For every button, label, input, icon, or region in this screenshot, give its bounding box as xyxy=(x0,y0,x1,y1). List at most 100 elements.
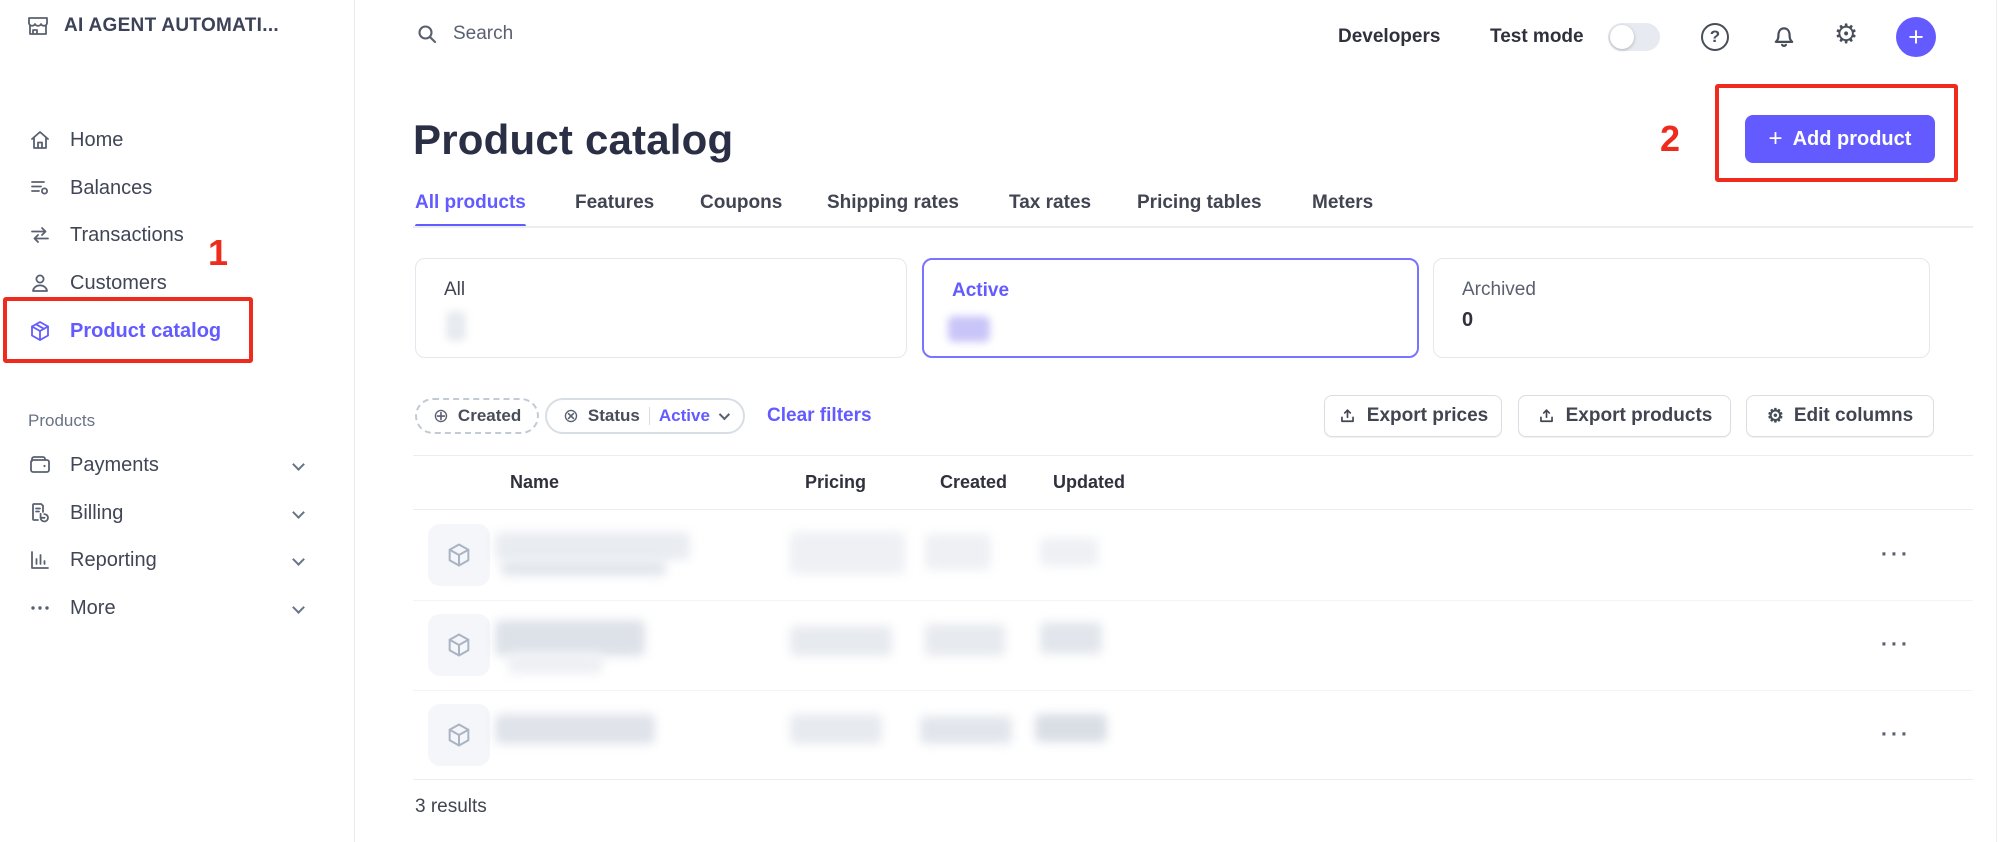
table-row[interactable]: ··· xyxy=(413,690,1973,780)
redacted-created xyxy=(925,534,991,570)
table-bottom-border xyxy=(413,779,1973,780)
chip-label: Status xyxy=(588,406,640,426)
redacted-updated xyxy=(1040,622,1102,654)
chevron-down-icon xyxy=(292,601,305,614)
sidebar-item-label: Payments xyxy=(70,454,159,477)
create-button[interactable]: + xyxy=(1896,17,1936,57)
sidebar-item-billing[interactable]: Billing xyxy=(0,489,355,537)
sidebar-item-payments[interactable]: Payments xyxy=(0,441,355,489)
sidebar-item-label: Home xyxy=(70,129,123,152)
tabs-divider xyxy=(413,226,1973,228)
plus-icon: + xyxy=(1908,22,1924,53)
export-icon xyxy=(1537,407,1556,426)
invoice-icon xyxy=(28,501,52,525)
summary-card-active[interactable]: Active xyxy=(922,258,1419,358)
button-label: Export prices xyxy=(1367,405,1488,427)
tab-all-products[interactable]: All products xyxy=(415,192,526,214)
settings-gear-icon[interactable]: ⚙ xyxy=(1834,21,1858,48)
product-thumbnail xyxy=(428,524,490,586)
export-products-button[interactable]: Export products xyxy=(1518,395,1731,437)
window-edge-line xyxy=(1996,0,1997,842)
annotation-label-1: 1 xyxy=(208,232,228,274)
redacted-name xyxy=(508,652,603,674)
filter-chip-created[interactable]: ⊕ Created xyxy=(415,398,539,434)
sidebar-item-more[interactable]: More xyxy=(0,584,355,632)
table-row[interactable]: ··· xyxy=(413,600,1973,690)
redacted-name xyxy=(495,532,690,560)
sidebar: AI AGENT AUTOMATI... Home Balances xyxy=(0,0,355,842)
chevron-down-icon xyxy=(719,409,730,420)
sidebar-item-label: Transactions xyxy=(70,224,184,247)
balances-icon xyxy=(28,176,52,200)
card-label: Active xyxy=(952,280,1009,302)
tab-pricing-tables[interactable]: Pricing tables xyxy=(1137,192,1262,214)
export-prices-button[interactable]: Export prices xyxy=(1324,395,1502,437)
sidebar-item-transactions[interactable]: Transactions xyxy=(0,211,355,259)
sidebar-item-reporting[interactable]: Reporting xyxy=(0,536,355,584)
help-icon[interactable]: ? xyxy=(1701,23,1729,51)
edit-columns-button[interactable]: ⚙ Edit columns xyxy=(1746,395,1934,437)
sidebar-item-home[interactable]: Home xyxy=(0,116,355,164)
annotation-label-2: 2 xyxy=(1660,118,1680,160)
table-top-border xyxy=(413,455,1973,456)
sidebar-item-label: Balances xyxy=(70,177,152,200)
plus-icon: + xyxy=(1769,127,1783,151)
ellipsis-icon xyxy=(28,596,52,620)
circled-plus-icon: ⊕ xyxy=(433,407,449,426)
sidebar-item-label: Reporting xyxy=(70,549,157,572)
chevron-down-icon xyxy=(292,506,305,519)
sidebar-item-customers[interactable]: Customers xyxy=(0,259,355,307)
test-mode-label: Test mode xyxy=(1490,26,1584,48)
clear-filters-link[interactable]: Clear filters xyxy=(767,405,872,427)
add-product-button[interactable]: + Add product xyxy=(1745,115,1935,163)
redacted-updated xyxy=(1035,714,1107,742)
home-icon xyxy=(28,128,52,152)
card-label: All xyxy=(444,279,465,301)
row-menu-button[interactable]: ··· xyxy=(1881,543,1911,567)
customers-icon xyxy=(28,271,52,295)
summary-card-all[interactable]: All xyxy=(415,258,907,358)
developers-link[interactable]: Developers xyxy=(1338,26,1440,48)
redacted-count xyxy=(948,316,990,342)
tab-shipping-rates[interactable]: Shipping rates xyxy=(827,192,959,214)
chip-divider xyxy=(649,407,650,425)
account-name: AI AGENT AUTOMATI... xyxy=(64,15,279,37)
card-label: Archived xyxy=(1462,279,1536,301)
gear-icon: ⚙ xyxy=(1767,407,1784,426)
column-header-pricing: Pricing xyxy=(805,472,866,493)
summary-card-archived[interactable]: Archived 0 xyxy=(1433,258,1930,358)
product-thumbnail xyxy=(428,704,490,766)
redacted-pricing xyxy=(790,626,892,656)
redacted-pricing xyxy=(790,714,882,744)
test-mode-toggle[interactable] xyxy=(1608,23,1660,51)
storefront-icon xyxy=(26,14,50,38)
help-glyph: ? xyxy=(1710,27,1720,47)
account-switcher[interactable]: AI AGENT AUTOMATI... xyxy=(26,14,279,38)
results-count: 3 results xyxy=(415,796,487,818)
sidebar-item-product-catalog[interactable]: Product catalog xyxy=(0,307,355,355)
redacted-name xyxy=(501,560,666,576)
search-input[interactable]: Search xyxy=(415,22,513,46)
row-menu-button[interactable]: ··· xyxy=(1881,633,1911,657)
tab-tax-rates[interactable]: Tax rates xyxy=(1009,192,1091,214)
row-menu-button[interactable]: ··· xyxy=(1881,723,1911,747)
redacted-created xyxy=(920,716,1012,744)
redacted-pricing xyxy=(790,532,905,574)
notifications-bell-icon[interactable] xyxy=(1770,22,1798,50)
redacted-created xyxy=(925,624,1005,656)
sidebar-item-balances[interactable]: Balances xyxy=(0,164,355,212)
tab-features[interactable]: Features xyxy=(575,192,654,214)
sidebar-item-label: Customers xyxy=(70,272,167,295)
product-catalog-page: AI AGENT AUTOMATI... Home Balances xyxy=(0,0,2000,842)
tab-meters[interactable]: Meters xyxy=(1312,192,1373,214)
filter-chip-status[interactable]: ⊗ Status Active xyxy=(545,398,745,434)
redacted-name xyxy=(495,714,655,744)
sidebar-item-label: Billing xyxy=(70,502,123,525)
toggle-knob xyxy=(1610,25,1634,49)
sidebar-item-label: Product catalog xyxy=(70,320,221,343)
search-placeholder: Search xyxy=(453,23,513,45)
tab-coupons[interactable]: Coupons xyxy=(700,192,782,214)
wallet-icon xyxy=(28,453,52,477)
sidebar-section-label: Products xyxy=(28,411,95,431)
table-row[interactable]: ··· xyxy=(413,510,1973,600)
